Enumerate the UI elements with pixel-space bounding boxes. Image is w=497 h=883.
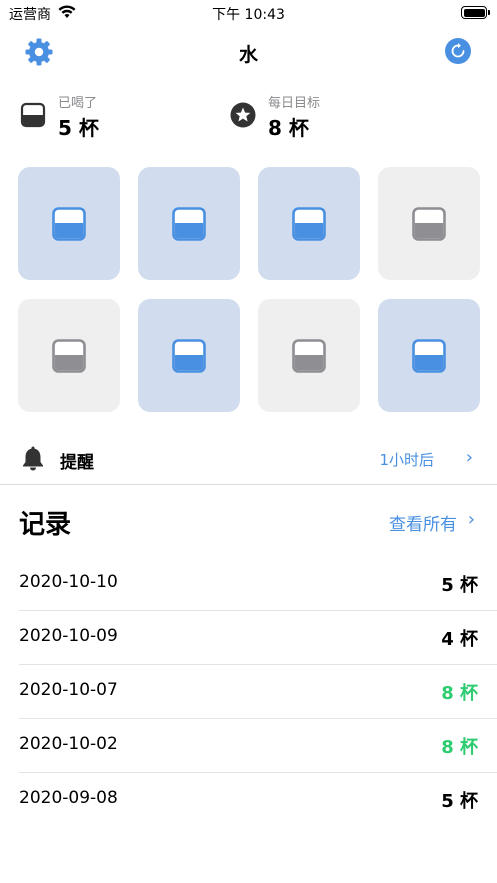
cup-tile[interactable] [18, 167, 120, 280]
record-date: 2020-10-09 [19, 626, 118, 646]
page-title: 水 [238, 44, 258, 66]
records-title: 记录 [19, 510, 72, 540]
bell-icon [23, 446, 43, 471]
status-time: 下午 10:43 [212, 7, 285, 23]
record-date: 2020-09-08 [19, 788, 118, 808]
cup-icon [172, 338, 206, 373]
star-icon [230, 102, 256, 128]
cup-icon [292, 206, 326, 241]
reminder-label: 提醒 [60, 453, 94, 473]
record-row[interactable]: 2020-09-08 5 杯 [0, 773, 497, 827]
record-count: 5 杯 [441, 575, 478, 596]
cup-tile[interactable] [258, 167, 360, 280]
record-count: 5 杯 [441, 791, 478, 812]
goal-value: 8 杯 [268, 116, 309, 140]
reminder-row[interactable]: 提醒 1小时后 › [0, 435, 497, 483]
chevron-right-icon: › [465, 447, 473, 468]
battery-icon [461, 6, 490, 19]
record-row[interactable]: 2020-10-09 4 杯 [0, 611, 497, 665]
drunk-label: 已喝了 [58, 96, 98, 111]
status-bar: 运营商 下午 10:43 [0, 0, 497, 26]
cup-tile[interactable] [258, 299, 360, 412]
refresh-icon [451, 43, 465, 58]
section-divider [0, 484, 497, 485]
cup-tile[interactable] [138, 167, 240, 280]
cup-icon [292, 338, 326, 373]
record-count: 8 杯 [441, 683, 478, 704]
record-row[interactable]: 2020-10-02 8 杯 [0, 719, 497, 773]
cup-icon [412, 338, 446, 373]
cup-icon [412, 206, 446, 241]
record-date: 2020-10-10 [19, 572, 118, 592]
record-date: 2020-10-07 [19, 680, 118, 700]
cup-tile[interactable] [138, 299, 240, 412]
cup-icon [172, 206, 206, 241]
reminder-value: 1小时后 [379, 451, 434, 469]
cup-tile[interactable] [18, 299, 120, 412]
record-date: 2020-10-02 [19, 734, 118, 754]
cup-tile[interactable] [378, 167, 480, 280]
record-row[interactable]: 2020-10-07 8 杯 [0, 665, 497, 719]
cup-icon [20, 102, 46, 128]
navigation-bar: 水 [0, 30, 497, 74]
record-row[interactable]: 2020-10-10 5 杯 [0, 557, 497, 611]
goal-label: 每日目标 [268, 96, 321, 111]
refresh-button[interactable] [445, 38, 471, 64]
chevron-right-icon[interactable]: › [468, 509, 475, 530]
record-count: 4 杯 [441, 629, 478, 650]
drunk-value: 5 杯 [58, 116, 99, 140]
cup-tile[interactable] [378, 299, 480, 412]
records-header: 记录 查看所有 › [0, 500, 497, 544]
view-all-link[interactable]: 查看所有 [389, 510, 457, 535]
record-count: 8 杯 [441, 737, 478, 758]
cup-icon [52, 338, 86, 373]
cup-icon [52, 206, 86, 241]
